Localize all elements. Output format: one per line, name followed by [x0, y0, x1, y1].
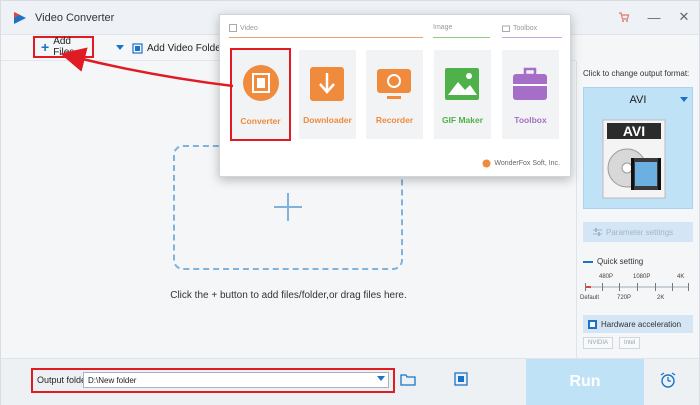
tile-downloader[interactable]: Downloader — [299, 50, 356, 139]
video-category-icon — [229, 24, 237, 32]
category-video: Video — [229, 24, 258, 32]
tile-converter-label: Converter — [240, 116, 281, 126]
cart-icon[interactable] — [615, 8, 633, 26]
slider-tick — [619, 283, 620, 291]
screen-recorder-icon — [377, 69, 411, 99]
drop-hint-text: Click the + button to add files/folder,o… — [170, 290, 407, 301]
hardware-acceleration-label: Hardware acceleration — [601, 319, 682, 329]
slider-tick — [672, 283, 673, 291]
slider-tick — [688, 283, 689, 291]
slider-label-1080p: 1080P — [633, 274, 651, 280]
video-folder-icon — [132, 42, 143, 54]
output-folder-value: D:\New folder — [88, 376, 137, 385]
slider-label-720p: 720P — [617, 295, 632, 301]
close-icon[interactable]: ✕ — [675, 8, 693, 26]
tile-recorder[interactable]: Recorder — [366, 50, 423, 139]
add-files-label: Add Files — [53, 36, 75, 58]
slider-tick — [585, 283, 586, 291]
parameter-settings-button[interactable]: Parameter settings — [583, 222, 693, 242]
category-divider — [433, 37, 490, 38]
export-icon[interactable] — [453, 371, 469, 387]
slider-label-480p: 480P — [599, 274, 614, 280]
avi-format-icon: AVI — [602, 119, 666, 199]
slider-track[interactable] — [585, 283, 689, 291]
parameter-settings-label: Parameter settings — [606, 227, 674, 237]
intel-chip: Intel — [619, 337, 641, 349]
minimize-icon[interactable]: — — [645, 8, 663, 26]
converter-icon — [243, 65, 279, 101]
tile-gif-maker[interactable]: GIF Maker — [434, 50, 491, 139]
output-format-panel: Click to change output format: AVI AVI P… — [576, 61, 699, 358]
category-video-label: Video — [240, 24, 258, 32]
quick-setting-header: Quick setting — [583, 257, 643, 266]
toolbox-icon — [513, 67, 547, 100]
category-divider — [229, 37, 423, 38]
add-video-folder-label: Add Video Folder — [147, 42, 225, 54]
wonderfox-logo-icon — [482, 159, 491, 168]
window-controls: — ✕ — [615, 8, 693, 26]
download-icon — [310, 67, 344, 101]
slider-tick — [637, 283, 638, 291]
bottom-bar: Output folder: D:\New folder Run — [1, 358, 699, 405]
chevron-down-icon — [680, 97, 688, 102]
category-image: Image — [433, 24, 452, 31]
window-title: Video Converter — [35, 12, 115, 24]
slider-tick — [602, 283, 603, 291]
chevron-down-icon[interactable] — [377, 376, 385, 381]
launcher-popup: Video Image Toolbox Converter Downloader — [219, 14, 571, 177]
category-toolbox: Toolbox — [502, 24, 537, 32]
output-format-caption: Click to change output format: — [583, 69, 690, 78]
output-format-selector[interactable]: AVI AVI — [583, 87, 693, 209]
toolbox-category-icon — [502, 25, 510, 32]
tile-downloader-label: Downloader — [303, 115, 352, 125]
add-files-dropdown-icon[interactable] — [116, 45, 124, 50]
plus-icon: + — [41, 39, 50, 55]
app-logo-icon — [14, 12, 26, 24]
tile-recorder-label: Recorder — [375, 115, 414, 125]
output-folder-field[interactable]: D:\New folder — [83, 372, 389, 388]
quick-setting-label: Quick setting — [597, 257, 644, 266]
tile-toolbox-label: Toolbox — [514, 115, 547, 125]
image-icon — [445, 68, 479, 100]
format-name: AVI — [629, 94, 647, 106]
sliders-icon — [593, 227, 602, 236]
brand-text: WonderFox Soft, Inc. — [494, 160, 560, 167]
tile-gif-maker-label: GIF Maker — [441, 115, 484, 125]
nvidia-chip: NVIDIA — [583, 337, 614, 349]
avi-badge-text: AVI — [623, 123, 645, 139]
add-plus-icon-bar — [274, 206, 302, 208]
checkbox-icon — [588, 319, 597, 329]
tile-converter[interactable]: Converter — [230, 48, 291, 141]
slider-label-2k: 2K — [657, 295, 665, 301]
hardware-acceleration-toggle[interactable]: Hardware acceleration — [583, 315, 693, 333]
slider-label-4k: 4K — [677, 274, 685, 280]
gpu-options: NVIDIA Intel — [583, 337, 693, 351]
slider-tick — [655, 283, 656, 291]
open-folder-icon[interactable] — [400, 371, 416, 387]
add-files-button[interactable]: + Add Files — [33, 36, 94, 58]
alarm-clock-icon[interactable] — [659, 371, 677, 389]
tile-toolbox[interactable]: Toolbox — [502, 50, 559, 139]
category-toolbox-label: Toolbox — [513, 24, 538, 32]
quick-setting-icon — [583, 260, 593, 263]
add-video-folder-button[interactable]: Add Video Folder — [132, 39, 224, 57]
category-image-label: Image — [433, 24, 453, 31]
slider-label-default: Default — [580, 295, 600, 301]
category-divider — [502, 37, 562, 38]
run-button[interactable]: Run — [526, 359, 644, 405]
brand-footer: WonderFox Soft, Inc. — [482, 159, 560, 168]
